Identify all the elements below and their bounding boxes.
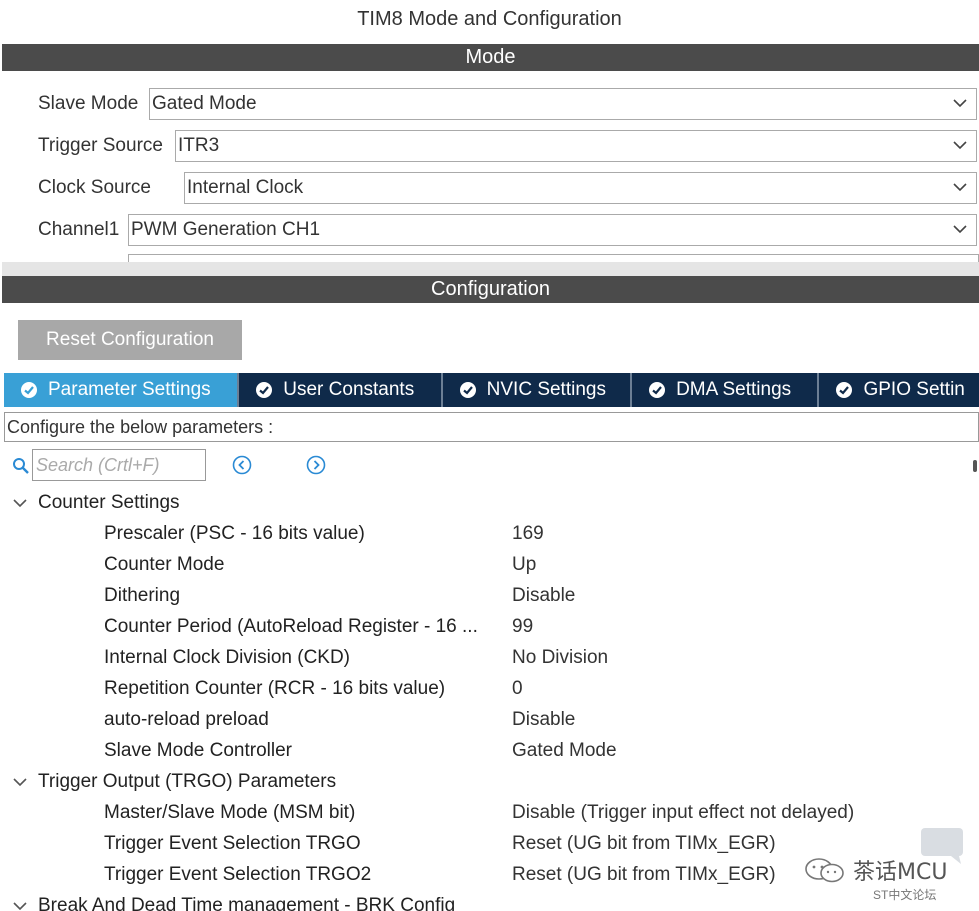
group-label: Counter Settings xyxy=(38,491,180,513)
nav-left-icon[interactable] xyxy=(232,455,252,475)
clock-source-select[interactable]: Internal Clock xyxy=(184,172,977,204)
caret-down-icon[interactable] xyxy=(12,774,28,790)
param-name: Master/Slave Mode (MSM bit) xyxy=(104,802,356,823)
group-trigger-output[interactable]: Trigger Output (TRGO) Parameters xyxy=(12,766,336,797)
tab-label: DMA Settings xyxy=(676,379,792,400)
search-icon[interactable] xyxy=(12,457,30,475)
watermark-text: 茶话MCU xyxy=(853,860,948,885)
config-tabs: Parameter Settings User Constants NVIC S… xyxy=(4,373,979,407)
tab-label: User Constants xyxy=(283,379,415,400)
param-name: Prescaler (PSC - 16 bits value) xyxy=(104,523,365,544)
param-value[interactable]: No Division xyxy=(512,642,608,673)
caret-down-icon[interactable] xyxy=(12,495,28,511)
param-value[interactable]: Disable xyxy=(512,580,575,611)
check-circle-icon xyxy=(459,382,476,398)
tab-label: NVIC Settings xyxy=(486,379,606,400)
param-name: Slave Mode Controller xyxy=(104,740,292,761)
tab-user-constants[interactable]: User Constants xyxy=(239,373,443,407)
config-description: Configure the below parameters : xyxy=(4,412,979,442)
param-name: auto-reload preload xyxy=(104,709,269,730)
tab-label: GPIO Settin xyxy=(863,379,965,400)
window-title: TIM8 Mode and Configuration xyxy=(357,8,622,30)
reset-configuration-button[interactable]: Reset Configuration xyxy=(18,320,242,360)
caret-down-icon[interactable] xyxy=(12,898,28,911)
param-name: Trigger Event Selection TRGO2 xyxy=(104,864,372,885)
trigger-source-select[interactable]: ITR3 xyxy=(175,130,977,162)
param-value[interactable]: 169 xyxy=(512,518,544,549)
param-value[interactable]: 99 xyxy=(512,611,533,642)
clock-source-value: Internal Clock xyxy=(187,177,304,198)
group-label: Break And Dead Time management - BRK Con… xyxy=(38,894,456,911)
param-value[interactable]: Disable xyxy=(512,704,575,735)
param-value[interactable]: Up xyxy=(512,549,536,580)
chevron-down-icon xyxy=(953,141,967,150)
mode-section-header[interactable]: Mode xyxy=(2,44,979,71)
group-label: Trigger Output (TRGO) Parameters xyxy=(38,770,337,792)
panel-edge-marker xyxy=(973,460,977,472)
channel1-label: Channel1 xyxy=(38,219,120,240)
configuration-section-header[interactable]: Configuration xyxy=(2,276,979,303)
tab-dma-settings[interactable]: DMA Settings xyxy=(632,373,820,407)
check-circle-icon xyxy=(836,382,853,398)
slave-mode-select[interactable]: Gated Mode xyxy=(149,88,977,120)
param-name: Internal Clock Division (CKD) xyxy=(104,647,351,668)
check-circle-icon xyxy=(256,382,273,398)
group-counter-settings[interactable]: Counter Settings xyxy=(12,487,180,518)
param-value[interactable]: Reset (UG bit from TIMx_EGR) xyxy=(512,859,776,890)
trigger-source-row: Trigger Source ITR3 xyxy=(38,130,977,162)
search-input[interactable]: Search (Crtl+F) xyxy=(32,449,206,481)
param-value[interactable]: Reset (UG bit from TIMx_EGR) xyxy=(512,828,776,859)
slave-mode-value: Gated Mode xyxy=(152,93,257,114)
clock-source-label: Clock Source xyxy=(38,177,151,198)
param-value[interactable]: 0 xyxy=(512,673,523,704)
watermark-subtext: ST中文论坛 xyxy=(873,888,937,902)
param-value[interactable]: Disable (Trigger input effect not delaye… xyxy=(512,797,854,828)
chevron-down-icon xyxy=(953,225,967,234)
param-name: Counter Period (AutoReload Register - 16… xyxy=(104,616,478,637)
tab-parameter-settings[interactable]: Parameter Settings xyxy=(4,373,240,407)
nav-right-icon[interactable] xyxy=(306,455,326,475)
group-break-dead-time[interactable]: Break And Dead Time management - BRK Con… xyxy=(12,890,455,911)
param-value[interactable]: Gated Mode xyxy=(512,735,617,766)
param-name: Counter Mode xyxy=(104,554,225,575)
chevron-down-icon xyxy=(953,99,967,108)
chevron-down-icon xyxy=(953,183,967,192)
slave-mode-row: Slave Mode Gated Mode xyxy=(38,88,977,120)
param-name: Trigger Event Selection TRGO xyxy=(104,833,361,854)
mode-panel-scrollbar[interactable] xyxy=(2,262,979,276)
watermark: 茶话MCU ST中文论坛 xyxy=(799,826,969,906)
param-name: Repetition Counter (RCR - 16 bits value) xyxy=(104,678,446,699)
check-circle-icon xyxy=(21,382,37,398)
channel1-value: PWM Generation CH1 xyxy=(131,219,321,240)
check-circle-icon xyxy=(649,382,666,398)
wechat-logo-icon xyxy=(805,858,844,883)
trigger-source-label: Trigger Source xyxy=(38,135,163,156)
param-name: Dithering xyxy=(104,585,181,606)
channel1-row: Channel1 PWM Generation CH1 xyxy=(38,214,977,246)
tab-label: Parameter Settings xyxy=(48,379,211,400)
trigger-source-value: ITR3 xyxy=(178,135,220,156)
slave-mode-label: Slave Mode xyxy=(38,93,139,114)
tab-nvic-settings[interactable]: NVIC Settings xyxy=(443,373,633,407)
clock-source-row: Clock Source Internal Clock xyxy=(38,172,977,204)
search-row: Search (Crtl+F) xyxy=(10,449,979,483)
tab-gpio-settings[interactable]: GPIO Settin xyxy=(819,373,979,407)
mode-panel: Slave Mode Gated Mode Trigger Source ITR… xyxy=(0,72,979,276)
channel1-select[interactable]: PWM Generation CH1 xyxy=(128,214,977,246)
